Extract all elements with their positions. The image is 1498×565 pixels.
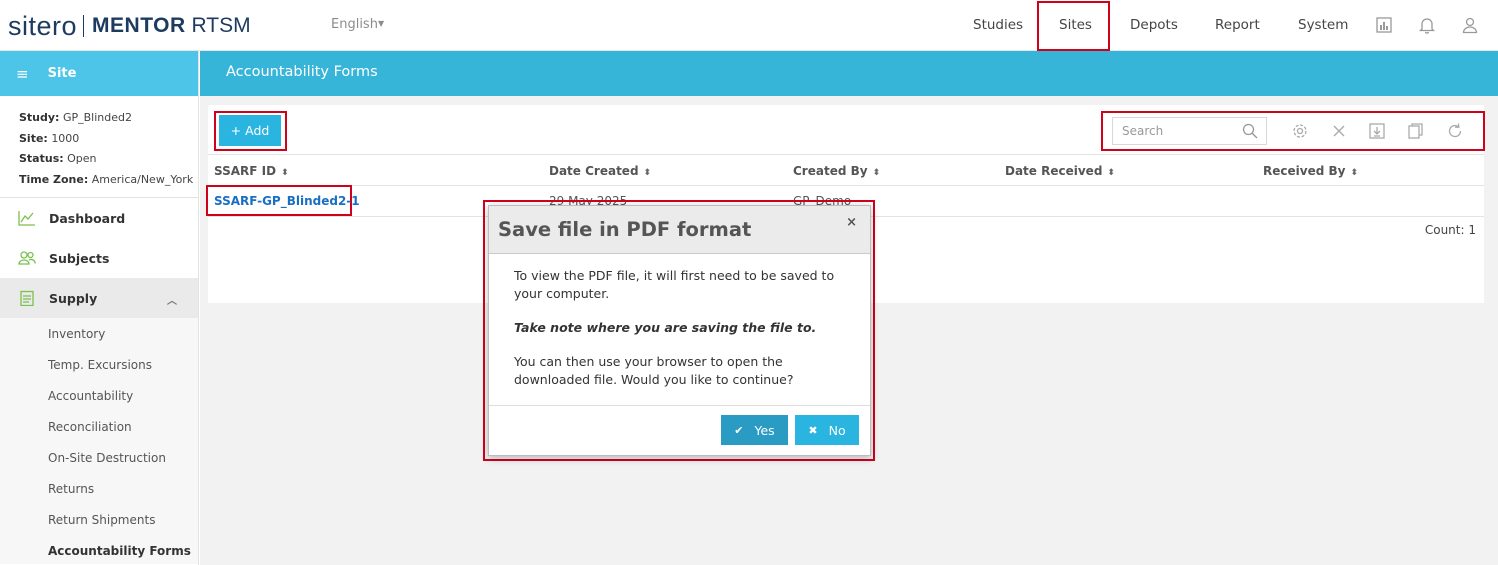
chart-line-icon [18,211,35,226]
column-header-date-created[interactable]: Date Created ⬍ [549,164,651,178]
clear-x-icon[interactable] [1330,122,1348,140]
sidebar-header: ≡ Site [0,51,198,96]
add-highlight [214,111,287,151]
column-header-ssarf-id[interactable]: SSARF ID ⬍ [214,164,289,178]
column-header-received-by[interactable]: Received By ⬍ [1263,164,1358,178]
nav-report[interactable]: Report [1215,17,1260,33]
reports-chart-icon[interactable] [1375,16,1393,34]
submenu-item-return-shipments[interactable]: Return Shipments [0,504,198,535]
submenu-item-temp-excursions[interactable]: Temp. Excursions [0,349,198,380]
yes-button[interactable]: ✔ Yes [721,415,788,445]
bell-icon[interactable] [1418,16,1436,34]
page-title: Accountability Forms [200,51,1498,96]
search-placeholder: Search [1122,124,1164,138]
study-label: Study: [19,111,60,124]
column-label: SSARF ID [214,164,277,178]
yes-label: Yes [754,422,775,438]
language-select[interactable]: English▼ [331,17,384,32]
sidebar-item-label: Supply [49,290,98,306]
dialog-message-2: You can then use your browser to open th… [514,354,794,387]
copy-icon[interactable] [1407,122,1425,140]
sort-icon[interactable]: ⬍ [1107,168,1115,178]
dialog-message-note: Take note where you are saving the file … [514,320,817,335]
chevron-up-icon[interactable]: ︿ [167,292,177,307]
record-count: Count: 1 [1424,223,1476,237]
nav-system[interactable]: System [1298,17,1348,33]
dialog-message-1: To view the PDF file, it will first need… [514,268,835,301]
study-value: GP_Blinded2 [62,111,132,124]
sidebar-item-subjects[interactable]: Subjects [0,238,198,278]
refresh-icon[interactable] [1446,122,1464,140]
dialog-title-bar: Save file in PDF format × [489,206,870,254]
sidebar-item-label: Subjects [49,250,110,266]
nav-studies[interactable]: Studies [973,17,1023,33]
ssarf-id-link[interactable]: SSARF-GP_Blinded2-1 [214,194,360,208]
logo-divider [83,15,85,37]
clipboard-icon [20,290,34,306]
language-label: English [331,17,378,32]
x-icon: ✖ [808,423,818,437]
column-label: Created By [793,164,868,178]
status-label: Status: [19,152,64,166]
close-icon[interactable]: × [846,215,857,230]
product-name-rest: RTSM [191,14,251,37]
submenu-item-accountability[interactable]: Accountability [0,380,198,411]
submenu-item-accountability-forms[interactable]: Accountability Forms [0,535,198,565]
sidebar-item-supply[interactable]: Supply ︿ [0,278,198,318]
column-header-date-received[interactable]: Date Received ⬍ [1005,164,1115,178]
search-input[interactable]: Search [1112,117,1267,145]
submenu-item-returns[interactable]: Returns [0,473,198,504]
sidebar: ≡ Site Study: GP_Blinded2 Site: 1000 Sta… [0,51,199,565]
product-name: MENTOR RTSM [92,14,251,38]
search-icon[interactable] [1242,123,1258,139]
no-label: No [828,422,846,438]
users-icon [18,251,36,265]
hamburger-menu-icon[interactable]: ≡ [16,65,29,83]
app-logo[interactable]: sitero MENTOR RTSM [8,10,251,42]
gear-icon[interactable] [1291,122,1309,140]
table-header: SSARF ID ⬍ Date Created ⬍ Created By ⬍ Date… [208,155,1484,186]
sort-icon[interactable]: ⬍ [873,168,881,178]
column-label: Date Received [1005,164,1103,178]
sidebar-title: Site [47,66,77,81]
product-name-bold: MENTOR [92,14,186,37]
nav-depots[interactable]: Depots [1130,17,1178,33]
download-icon[interactable] [1368,122,1386,140]
check-icon: ✔ [734,423,744,437]
user-icon[interactable] [1461,16,1479,34]
site-label: Site: [19,131,48,145]
sort-icon[interactable]: ⬍ [281,168,289,178]
timezone-value: America/New_York [91,173,194,187]
submenu-item-inventory[interactable]: Inventory [0,318,198,349]
top-bar: sitero MENTOR RTSM English▼ Studies Site… [0,0,1498,51]
caret-down-icon: ▼ [377,19,385,28]
supply-submenu: Inventory Temp. Excursions Accountabilit… [0,318,198,564]
column-label: Received By [1263,164,1346,178]
site-value: 1000 [51,131,80,145]
sort-icon[interactable]: ⬍ [1350,168,1358,178]
toolbar: + Add Search [208,105,1485,155]
dialog-title: Save file in PDF format [498,218,752,241]
save-pdf-dialog: Save file in PDF format × To view the PD… [488,205,871,456]
dialog-body: To view the PDF file, it will first need… [489,254,870,406]
no-button[interactable]: ✖ No [795,415,859,445]
column-label: Date Created [549,164,639,178]
sites-highlight [1037,1,1110,51]
submenu-item-reconciliation[interactable]: Reconciliation [0,411,198,442]
sidebar-item-dashboard[interactable]: Dashboard [0,198,198,238]
sort-icon[interactable]: ⬍ [644,168,652,178]
site-info: Study: GP_Blinded2 Site: 1000 Status: Op… [0,96,198,198]
submenu-item-on-site-destruction[interactable]: On-Site Destruction [0,442,198,473]
column-header-created-by[interactable]: Created By ⬍ [793,164,880,178]
sidebar-item-label: Dashboard [49,210,126,226]
timezone-label: Time Zone: [19,173,89,187]
status-value: Open [67,152,97,166]
brand-logo: sitero [8,10,78,41]
